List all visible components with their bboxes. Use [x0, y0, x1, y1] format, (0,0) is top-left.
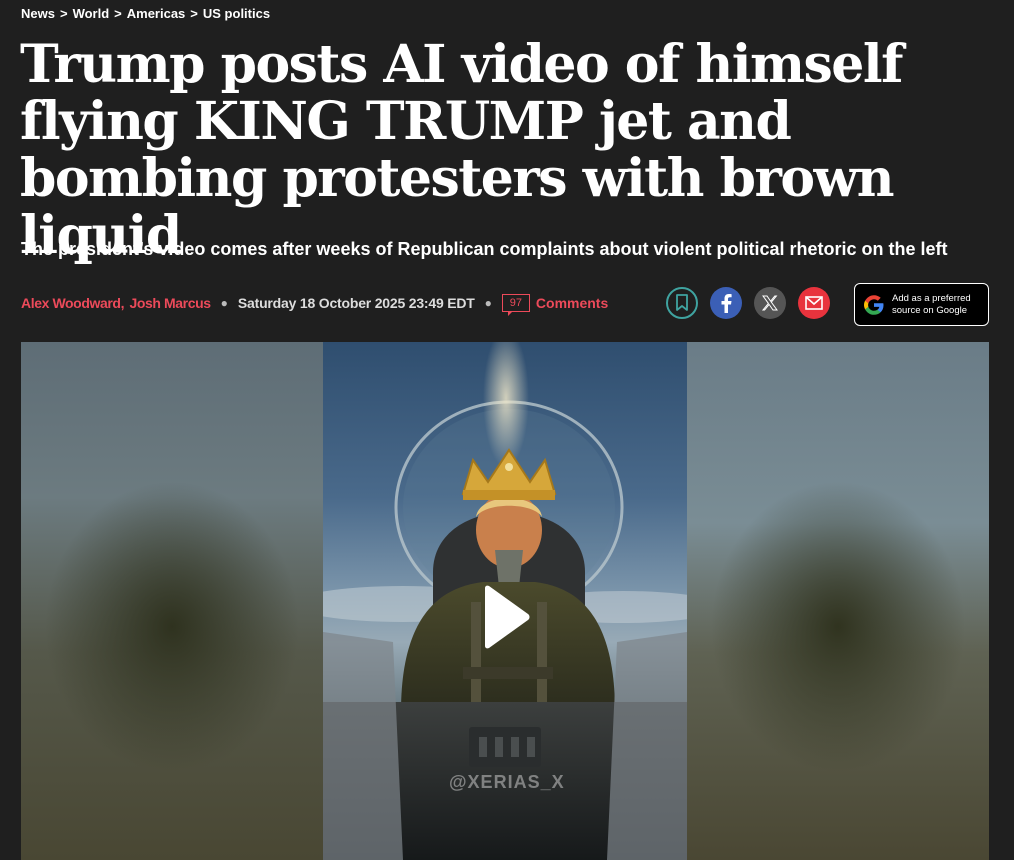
breadcrumb-americas[interactable]: Americas [127, 6, 186, 21]
email-icon [805, 296, 823, 310]
comments-label: Comments [535, 295, 609, 311]
comments-link[interactable]: 97 Comments [501, 294, 609, 316]
google-icon [864, 294, 884, 315]
share-bar [666, 287, 830, 319]
byline-dot: ● [220, 296, 228, 310]
video-watermark: @XERIAS_X [449, 772, 565, 792]
google-pref-line1: Add as a preferred [892, 292, 971, 304]
article-byline: Alex Woodward , Josh Marcus ● Saturday 1… [21, 293, 609, 316]
video-blur-right [687, 342, 989, 860]
x-share-button[interactable] [754, 287, 786, 319]
bookmark-icon [676, 294, 688, 311]
author-link-alex-woodward[interactable]: Alex Woodward [21, 295, 121, 311]
breadcrumb-us-politics[interactable]: US politics [203, 6, 270, 21]
breadcrumb-world[interactable]: World [73, 6, 110, 21]
breadcrumb-separator: > [114, 6, 122, 21]
google-preferred-source-text: Add as a preferred source on Google [892, 293, 971, 317]
video-player[interactable]: @XERIAS_X [21, 342, 989, 860]
google-pref-line2: source on Google [892, 304, 967, 316]
breadcrumb-separator: > [190, 6, 198, 21]
play-icon[interactable] [481, 585, 531, 649]
video-blur-left [21, 342, 323, 860]
article-standfirst: The president’s video comes after weeks … [21, 239, 948, 259]
author-link-josh-marcus[interactable]: Josh Marcus [129, 295, 211, 311]
publish-date: Saturday 18 October 2025 23:49 EDT [237, 295, 475, 311]
breadcrumb-news[interactable]: News [21, 6, 55, 21]
email-share-button[interactable] [798, 287, 830, 319]
breadcrumb-separator: > [59, 6, 68, 21]
x-icon [762, 295, 778, 311]
breadcrumb: News > World > Americas > US politics [21, 6, 270, 21]
facebook-icon [721, 294, 732, 313]
google-preferred-source-button[interactable]: Add as a preferred source on Google [854, 283, 989, 326]
bookmark-button[interactable] [666, 287, 698, 319]
article-headline: Trump posts AI video of himself flying K… [20, 34, 904, 266]
byline-dot: ● [484, 296, 492, 310]
author-separator: , [120, 295, 125, 311]
comment-count-badge: 97 [501, 294, 530, 316]
facebook-share-button[interactable] [710, 287, 742, 319]
